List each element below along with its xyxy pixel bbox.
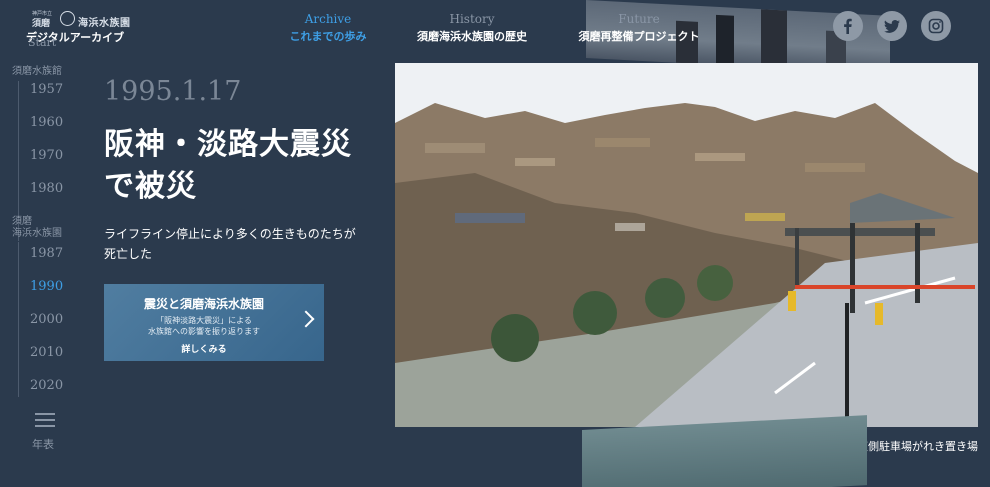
timeline-year-1980[interactable]: 1980	[30, 181, 63, 196]
instagram-icon	[928, 18, 944, 34]
timeline-start[interactable]: Start	[28, 36, 56, 49]
logo-emblem-icon	[60, 11, 75, 26]
facebook-icon	[844, 18, 852, 34]
nav-archive-en: Archive	[304, 12, 352, 26]
logo-name-text: 海浜水族園	[78, 18, 131, 29]
timeline-menu-label[interactable]: 年表	[32, 436, 54, 452]
event-photo	[395, 63, 978, 427]
nav-future-en: Future	[618, 12, 660, 26]
nav-future-ja: 須磨再整備プロジェクト	[578, 30, 700, 43]
list-menu-icon[interactable]	[35, 413, 55, 431]
event-date: 1995.1.17	[104, 76, 242, 107]
twitter-icon	[884, 20, 900, 33]
headline-line-2: で被災	[104, 169, 197, 204]
earthquake-article-card[interactable]: 震災と須磨海浜水族園 「阪神淡路大震災」による 水族館への影響を振り返ります 詳…	[104, 284, 324, 361]
timeline-year-1957[interactable]: 1957	[30, 82, 63, 97]
nav-history[interactable]: History 須磨海浜水族園の歴史	[408, 12, 536, 44]
instagram-button[interactable]	[921, 11, 951, 41]
card-read-more: 詳しくみる	[181, 345, 227, 355]
card-subtitle-line-2: 水族館への影響を振り返ります	[148, 327, 260, 336]
timeline-year-2020[interactable]: 2020	[30, 378, 63, 393]
nav-archive[interactable]: Archive これまでの歩み	[286, 12, 370, 44]
debris-pile-illustration	[395, 63, 978, 427]
timeline-group-suma-line1: 須磨	[12, 216, 32, 227]
card-subtitle: 「阪神淡路大震災」による 水族館への影響を振り返ります	[104, 315, 304, 337]
timeline-year-2010[interactable]: 2010	[30, 345, 63, 360]
nav-archive-ja: これまでの歩み	[289, 30, 367, 43]
card-title: 震災と須磨海浜水族園	[143, 297, 264, 311]
nav-future[interactable]: Future 須磨再整備プロジェクト	[574, 12, 704, 44]
event-description: ライフライン停止により多くの生きものたちが死亡した	[104, 227, 356, 261]
event-headline: 阪神・淡路大震災 で被災	[104, 124, 384, 208]
timeline-year-2000[interactable]: 2000	[30, 312, 63, 327]
twitter-button[interactable]	[877, 11, 907, 41]
timeline-group-suma-aquarium: 須磨水族館	[12, 66, 62, 77]
card-subtitle-line-1: 「阪神淡路大震災」による	[156, 316, 252, 325]
nav-history-ja: 須磨海浜水族園の歴史	[417, 30, 527, 43]
timeline-year-1987[interactable]: 1987	[30, 246, 63, 261]
logo-mark-text: 須磨	[32, 19, 51, 29]
facebook-button[interactable]	[833, 11, 863, 41]
timeline-line	[18, 242, 19, 397]
nav-history-en: History	[449, 12, 495, 26]
photo-caption: 東側駐車場がれき置き場	[857, 440, 978, 453]
timeline-year-1960[interactable]: 1960	[30, 115, 63, 130]
timeline-group-suma-line2: 海浜水族園	[12, 228, 62, 239]
timeline-year-1990[interactable]: 1990	[30, 279, 63, 294]
timeline-year-1970[interactable]: 1970	[30, 148, 63, 163]
headline-line-1: 阪神・淡路大震災	[104, 127, 352, 162]
